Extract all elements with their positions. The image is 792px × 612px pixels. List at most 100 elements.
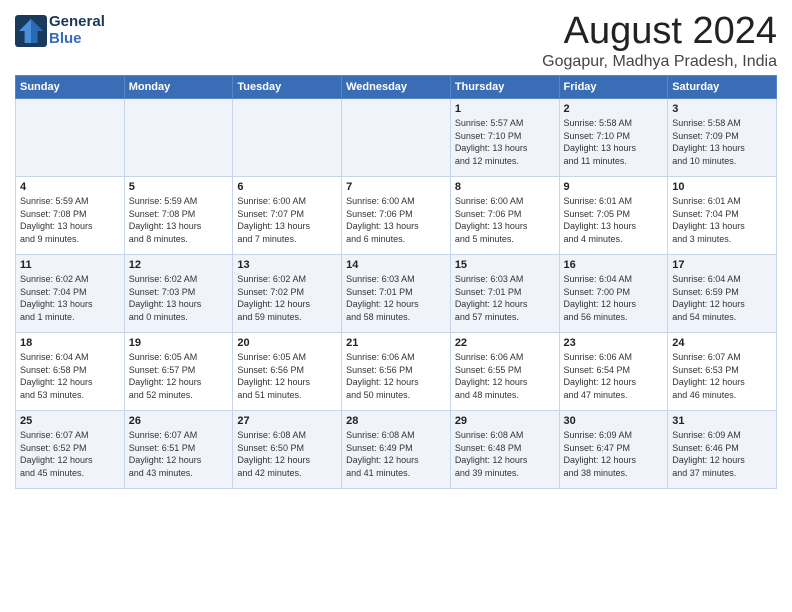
table-row: 18 Sunrise: 6:04 AM Sunset: 6:58 PM Dayli… [16,333,125,411]
title-block: August 2024 Gogapur, Madhya Pradesh, Ind… [542,10,777,71]
calendar-week-row: 4 Sunrise: 5:59 AM Sunset: 7:08 PM Daylig… [16,177,777,255]
calendar-header-row: Sunday Monday Tuesday Wednesday Thursday… [16,76,777,99]
day-info: Sunrise: 6:03 AM Sunset: 7:01 PM Dayligh… [346,273,446,323]
table-row [233,99,342,177]
header-friday: Friday [559,76,668,99]
logo-text: General Blue [49,14,105,47]
day-info: Sunrise: 6:07 AM Sunset: 6:53 PM Dayligh… [672,351,772,401]
table-row: 10 Sunrise: 6:01 AM Sunset: 7:04 PM Dayli… [668,177,777,255]
table-row: 2Sunrise: 5:58 AM Sunset: 7:10 PM Daylig… [559,99,668,177]
table-row: 6 Sunrise: 6:00 AM Sunset: 7:07 PM Daylig… [233,177,342,255]
day-number: 14 [346,259,446,271]
calendar-week-row: 1 Sunrise: 5:57 AM Sunset: 7:10 PM Daylig… [16,99,777,177]
day-info: Sunrise: 6:02 AM Sunset: 7:04 PM Dayligh… [20,273,120,323]
calendar-week-row: 18 Sunrise: 6:04 AM Sunset: 6:58 PM Dayli… [16,333,777,411]
table-row: 5 Sunrise: 5:59 AM Sunset: 7:08 PM Daylig… [124,177,233,255]
table-row: 26 Sunrise: 6:07 AM Sunset: 6:51 PM Dayli… [124,411,233,489]
day-number: 13 [237,259,337,271]
header-sunday: Sunday [16,76,125,99]
calendar-week-row: 25 Sunrise: 6:07 AM Sunset: 6:52 PM Dayli… [16,411,777,489]
day-info: Sunrise: 6:06 AM Sunset: 6:55 PM Dayligh… [455,351,555,401]
day-number: 10 [672,181,772,193]
table-row: 19 Sunrise: 6:05 AM Sunset: 6:57 PM Dayli… [124,333,233,411]
table-row: 20Sunrise: 6:05 AM Sunset: 6:56 PM Dayli… [233,333,342,411]
day-number: 29 [455,415,555,427]
day-number: 4 [20,181,120,193]
day-number: 21 [346,337,446,349]
table-row: 11 Sunrise: 6:02 AM Sunset: 7:04 PM Dayli… [16,255,125,333]
table-row: 9 Sunrise: 6:01 AM Sunset: 7:05 PM Daylig… [559,177,668,255]
table-row: 17 Sunrise: 6:04 AM Sunset: 6:59 PM Dayli… [668,255,777,333]
day-info: Sunrise: 6:04 AM Sunset: 6:59 PM Dayligh… [672,273,772,323]
day-number: 1 [455,103,555,115]
day-info: Sunrise: 6:05 AM Sunset: 6:57 PM Dayligh… [129,351,229,401]
table-row: 22 Sunrise: 6:06 AM Sunset: 6:55 PM Dayli… [450,333,559,411]
table-row [342,99,451,177]
day-number: 18 [20,337,120,349]
table-row: 25 Sunrise: 6:07 AM Sunset: 6:52 PM Dayli… [16,411,125,489]
day-number: 28 [346,415,446,427]
header: General Blue August 2024 Gogapur, Madhya… [15,10,777,71]
day-number: 3 [672,103,772,115]
day-info: Sunrise: 6:00 AM Sunset: 7:06 PM Dayligh… [455,195,555,245]
table-row: 14 Sunrise: 6:03 AM Sunset: 7:01 PM Dayli… [342,255,451,333]
day-info: Sunrise: 6:08 AM Sunset: 6:48 PM Dayligh… [455,429,555,479]
logo: General Blue [15,14,105,47]
day-info: Sunrise: 6:08 AM Sunset: 6:49 PM Dayligh… [346,429,446,479]
day-info: Sunrise: 6:07 AM Sunset: 6:51 PM Dayligh… [129,429,229,479]
day-info: Sunrise: 6:05 AM Sunset: 6:56 PM Dayligh… [237,351,337,401]
day-info: Sunrise: 6:00 AM Sunset: 7:07 PM Dayligh… [237,195,337,245]
header-monday: Monday [124,76,233,99]
day-number: 16 [564,259,664,271]
table-row: 1 Sunrise: 5:57 AM Sunset: 7:10 PM Daylig… [450,99,559,177]
day-info: Sunrise: 5:59 AM Sunset: 7:08 PM Dayligh… [129,195,229,245]
day-info: Sunrise: 6:04 AM Sunset: 6:58 PM Dayligh… [20,351,120,401]
day-info: Sunrise: 6:06 AM Sunset: 6:54 PM Dayligh… [564,351,664,401]
table-row: 23 Sunrise: 6:06 AM Sunset: 6:54 PM Dayli… [559,333,668,411]
day-number: 5 [129,181,229,193]
day-info: Sunrise: 6:06 AM Sunset: 6:56 PM Dayligh… [346,351,446,401]
table-row: 12 Sunrise: 6:02 AM Sunset: 7:03 PM Dayli… [124,255,233,333]
calendar-table: Sunday Monday Tuesday Wednesday Thursday… [15,75,777,489]
day-number: 17 [672,259,772,271]
calendar-body: 1 Sunrise: 5:57 AM Sunset: 7:10 PM Daylig… [16,99,777,489]
day-info: Sunrise: 6:02 AM Sunset: 7:03 PM Dayligh… [129,273,229,323]
table-row [124,99,233,177]
day-info: Sunrise: 6:09 AM Sunset: 6:47 PM Dayligh… [564,429,664,479]
day-number: 15 [455,259,555,271]
day-info: Sunrise: 6:07 AM Sunset: 6:52 PM Dayligh… [20,429,120,479]
day-info: Sunrise: 5:58 AM Sunset: 7:10 PM Dayligh… [564,117,664,167]
day-info: Sunrise: 6:04 AM Sunset: 7:00 PM Dayligh… [564,273,664,323]
header-tuesday: Tuesday [233,76,342,99]
day-number: 22 [455,337,555,349]
day-number: 27 [237,415,337,427]
day-info: Sunrise: 6:09 AM Sunset: 6:46 PM Dayligh… [672,429,772,479]
day-info: Sunrise: 6:01 AM Sunset: 7:04 PM Dayligh… [672,195,772,245]
day-info: Sunrise: 6:01 AM Sunset: 7:05 PM Dayligh… [564,195,664,245]
table-row: 15Sunrise: 6:03 AM Sunset: 7:01 PM Dayli… [450,255,559,333]
table-row: 3 Sunrise: 5:58 AM Sunset: 7:09 PM Daylig… [668,99,777,177]
table-row: 16 Sunrise: 6:04 AM Sunset: 7:00 PM Dayli… [559,255,668,333]
table-row: 24 Sunrise: 6:07 AM Sunset: 6:53 PM Dayli… [668,333,777,411]
day-number: 24 [672,337,772,349]
table-row: 30 Sunrise: 6:09 AM Sunset: 6:47 PM Dayli… [559,411,668,489]
day-number: 26 [129,415,229,427]
day-number: 6 [237,181,337,193]
table-row: 7 Sunrise: 6:00 AM Sunset: 7:06 PM Daylig… [342,177,451,255]
day-info: Sunrise: 6:00 AM Sunset: 7:06 PM Dayligh… [346,195,446,245]
table-row: 8Sunrise: 6:00 AM Sunset: 7:06 PM Daylig… [450,177,559,255]
day-number: 30 [564,415,664,427]
day-number: 25 [20,415,120,427]
logo-icon [15,15,47,47]
day-info: Sunrise: 5:58 AM Sunset: 7:09 PM Dayligh… [672,117,772,167]
day-number: 31 [672,415,772,427]
main-title: August 2024 [542,10,777,53]
day-info: Sunrise: 5:57 AM Sunset: 7:10 PM Dayligh… [455,117,555,167]
day-number: 12 [129,259,229,271]
calendar-week-row: 11 Sunrise: 6:02 AM Sunset: 7:04 PM Dayli… [16,255,777,333]
day-number: 7 [346,181,446,193]
day-number: 19 [129,337,229,349]
day-number: 9 [564,181,664,193]
day-number: 11 [20,259,120,271]
day-number: 23 [564,337,664,349]
